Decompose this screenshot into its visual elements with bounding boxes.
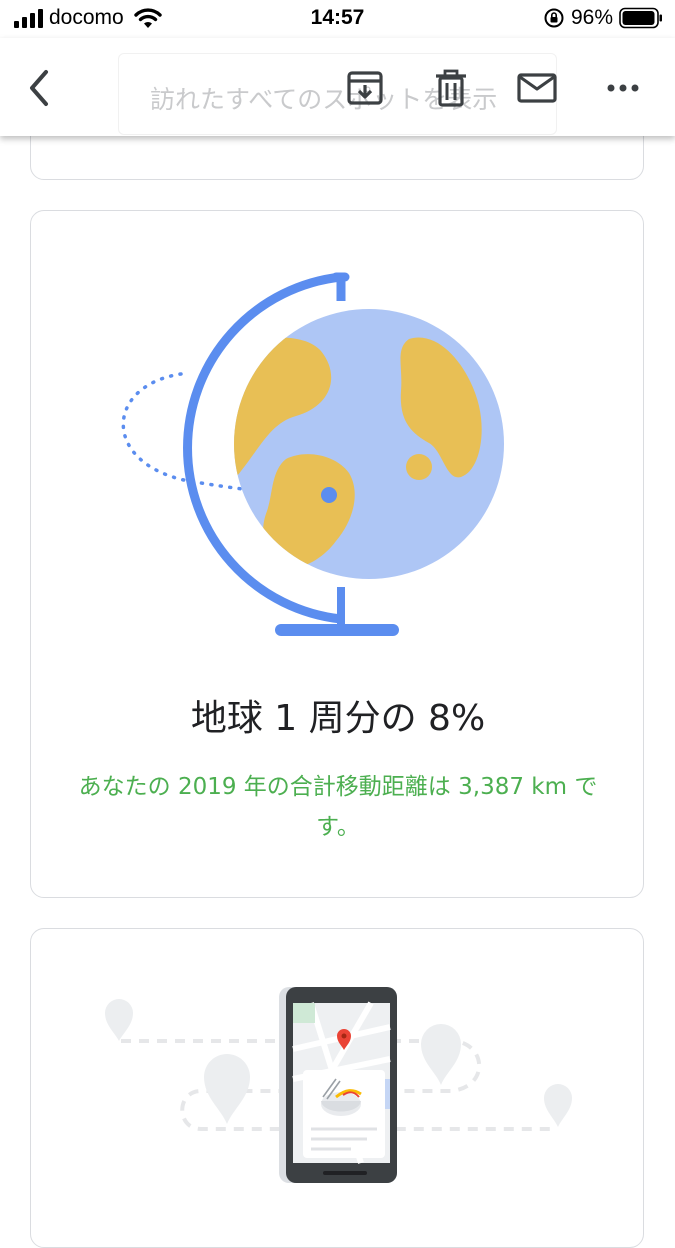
distance-headline: 地球 1 周分の 8% (190, 698, 486, 739)
mail-toolbar: 訪れたすべてのスポットを表示 (0, 38, 675, 136)
archive-button[interactable] (340, 63, 390, 113)
delete-button[interactable] (426, 63, 476, 113)
battery-icon (619, 7, 662, 29)
places-card (30, 928, 644, 1248)
more-icon (607, 84, 639, 92)
globe-illustration (121, 272, 504, 636)
distance-stats-card: 地球 1 周分の 8% あなたの 2019 年の合計移動距離は 3,387 km… (30, 210, 644, 898)
distance-description: あなたの 2019 年の合計移動距離は 3,387 km です。 (78, 774, 598, 840)
phone-map-illustration (105, 987, 572, 1183)
mail-icon (517, 73, 557, 103)
archive-icon (347, 71, 383, 105)
back-icon (30, 70, 48, 106)
orientation-lock-icon (544, 8, 564, 28)
back-button[interactable] (14, 63, 64, 113)
trash-icon (436, 69, 466, 107)
status-bar: docomo 14:57 96% (0, 0, 675, 38)
status-right: 96% (543, 6, 663, 30)
mail-button[interactable] (512, 63, 562, 113)
more-options-button[interactable] (598, 63, 648, 113)
battery-percent: 96% (570, 6, 613, 29)
